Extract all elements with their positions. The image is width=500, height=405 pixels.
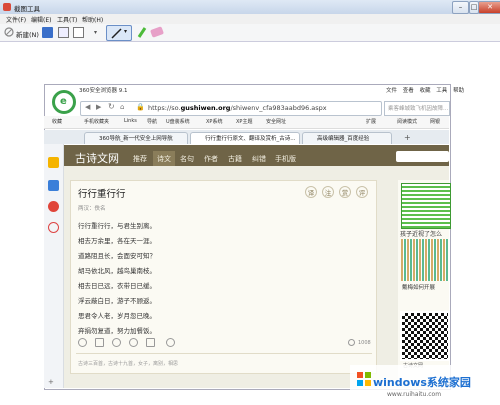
- tab-poem[interactable]: 行行重行行原文、翻译及赏析_古诗...: [190, 132, 300, 144]
- browser-menu-fav[interactable]: 收藏: [420, 88, 431, 94]
- ad-image[interactable]: [401, 239, 449, 281]
- divider: [76, 353, 372, 354]
- highlighter-icon[interactable]: [137, 26, 147, 38]
- browser-menu-view[interactable]: 查看: [403, 88, 414, 94]
- poem-tags[interactable]: 古诗三百首，古诗十九首，女子，离别，相思: [78, 360, 178, 367]
- new-button[interactable]: 新建(N): [16, 29, 39, 39]
- notes-button[interactable]: 注: [322, 186, 334, 198]
- nav-quotes[interactable]: 名句: [180, 154, 194, 164]
- menu-file[interactable]: 文件(F): [6, 15, 26, 24]
- scissors-icon: [3, 3, 11, 11]
- snip-titlebar: [0, 0, 500, 15]
- copy-icon[interactable]: [58, 27, 69, 38]
- bookmark-item[interactable]: XP主题: [236, 118, 252, 125]
- site-search-input[interactable]: [396, 151, 449, 162]
- bookmark-item[interactable]: 手机收藏夹: [84, 118, 109, 125]
- back-icon[interactable]: ◀: [85, 103, 90, 111]
- ad-caption[interactable]: 戴梅如何开展: [402, 283, 435, 291]
- search-placeholder: 乘客峰城致飞机因故障...: [388, 106, 449, 112]
- translate-button[interactable]: 译: [305, 186, 317, 198]
- copy-icon[interactable]: [95, 338, 104, 347]
- refresh-icon[interactable]: ↻: [108, 102, 115, 111]
- nav-recommend[interactable]: 推荐: [133, 154, 147, 164]
- poem-line: 胡马依北风，越鸟巢南枝。: [78, 267, 156, 275]
- minimize-button[interactable]: –: [452, 1, 469, 14]
- new-snip-icon[interactable]: [4, 27, 14, 37]
- site-logo[interactable]: 古诗文网: [75, 150, 119, 166]
- nav-classics[interactable]: 古籍: [228, 154, 242, 164]
- bookmark-item[interactable]: 阅读模式: [397, 118, 417, 125]
- save-icon[interactable]: [42, 27, 53, 38]
- poem-line: 相去日已远，衣带日已缓。: [78, 282, 156, 290]
- tab-baidu[interactable]: 高级编辑器_百度经验: [302, 132, 392, 144]
- nav-mobile[interactable]: 手机版: [275, 154, 296, 164]
- browser-menu-file[interactable]: 文件: [386, 88, 397, 94]
- browser-title: 360安全浏览器 9.1: [79, 88, 128, 94]
- browser-menu-help[interactable]: 帮助: [453, 88, 464, 94]
- ad-image[interactable]: [401, 183, 451, 229]
- close-button[interactable]: ✕: [478, 1, 500, 14]
- poem-line: 弃捐勿复道，努力加餐饭。: [78, 327, 156, 335]
- bookmark-item[interactable]: 收藏: [52, 118, 62, 125]
- edit-icon[interactable]: [146, 338, 155, 347]
- comment-button[interactable]: 评: [356, 186, 368, 198]
- tab-360-nav[interactable]: 360导航_新一代安全上网导航: [84, 132, 188, 144]
- settings-icon[interactable]: [48, 222, 59, 233]
- nav-poems[interactable]: 诗文: [153, 151, 175, 167]
- send-icon[interactable]: [73, 27, 84, 38]
- bookmark-item[interactable]: XP系统: [206, 118, 222, 125]
- pen-button[interactable]: ▾: [106, 25, 132, 41]
- poem-line: 道路阻且长，会面安可知？: [78, 252, 156, 260]
- bookmark-item[interactable]: 网银: [430, 118, 440, 125]
- send-dropdown-icon[interactable]: ▾: [94, 29, 97, 36]
- poem-line: 思君令人老，岁月忽已晚。: [78, 312, 156, 320]
- bookmark-item[interactable]: 扩展: [366, 118, 376, 125]
- nav-authors[interactable]: 作者: [204, 154, 218, 164]
- forward-icon[interactable]: ▶: [96, 103, 101, 111]
- home-icon[interactable]: ⌂: [120, 103, 124, 111]
- browser-menu: 文件 查看 收藏 工具 帮助: [386, 86, 464, 94]
- comment-icon[interactable]: [112, 338, 121, 347]
- menu-tools[interactable]: 工具(T): [57, 15, 77, 24]
- appreciation-button[interactable]: 赏: [339, 186, 351, 198]
- menu-help[interactable]: 帮助(H): [82, 15, 103, 24]
- watermark-url: www.ruihaitu.com: [387, 391, 442, 398]
- poem-line: 行行重行行，与君生别离。: [78, 222, 156, 230]
- ad-caption[interactable]: 孩子近视了怎么: [400, 229, 442, 238]
- poem-line: 相去万余里，各在天一涯。: [78, 237, 156, 245]
- add-sidebar-icon[interactable]: +: [48, 378, 54, 386]
- qr-code: [400, 311, 450, 361]
- watermark-text: windows系统家园: [373, 376, 471, 389]
- new-tab-button[interactable]: +: [404, 133, 411, 142]
- weibo-icon[interactable]: [48, 201, 59, 212]
- pen-icon: [111, 28, 122, 39]
- windows-logo-icon: [356, 371, 372, 387]
- lock-icon: 🔒: [136, 103, 145, 111]
- reader-icon[interactable]: [48, 180, 59, 191]
- bookmark-item[interactable]: Links: [124, 118, 137, 124]
- window-title: 截图工具: [14, 5, 40, 13]
- like-icon[interactable]: [78, 338, 87, 347]
- browser-logo-icon: e: [52, 90, 76, 114]
- thumbs-up-icon[interactable]: [348, 339, 355, 346]
- url-text[interactable]: https://so.gushiwen.org/shiwenv_cfa983aa…: [148, 104, 327, 112]
- bookmark-item[interactable]: 安全网址: [266, 118, 286, 125]
- nav-errata[interactable]: 纠错: [252, 154, 266, 164]
- poem-title[interactable]: 行行重行行: [78, 186, 126, 200]
- bookmark-item[interactable]: 导航: [147, 118, 157, 125]
- poem-author[interactable]: 两汉：佚名: [78, 204, 106, 212]
- bookmark-item[interactable]: U盘装系统: [166, 118, 190, 125]
- like-count: 1008: [358, 340, 371, 346]
- browser-menu-tools[interactable]: 工具: [436, 88, 447, 94]
- favorites-star-icon[interactable]: [48, 157, 59, 168]
- menu-edit[interactable]: 编辑(E): [31, 15, 51, 24]
- close-circle-icon[interactable]: [166, 338, 175, 347]
- poem-line: 浮云蔽白日，游子不顾返。: [78, 297, 156, 305]
- sound-icon[interactable]: [129, 338, 138, 347]
